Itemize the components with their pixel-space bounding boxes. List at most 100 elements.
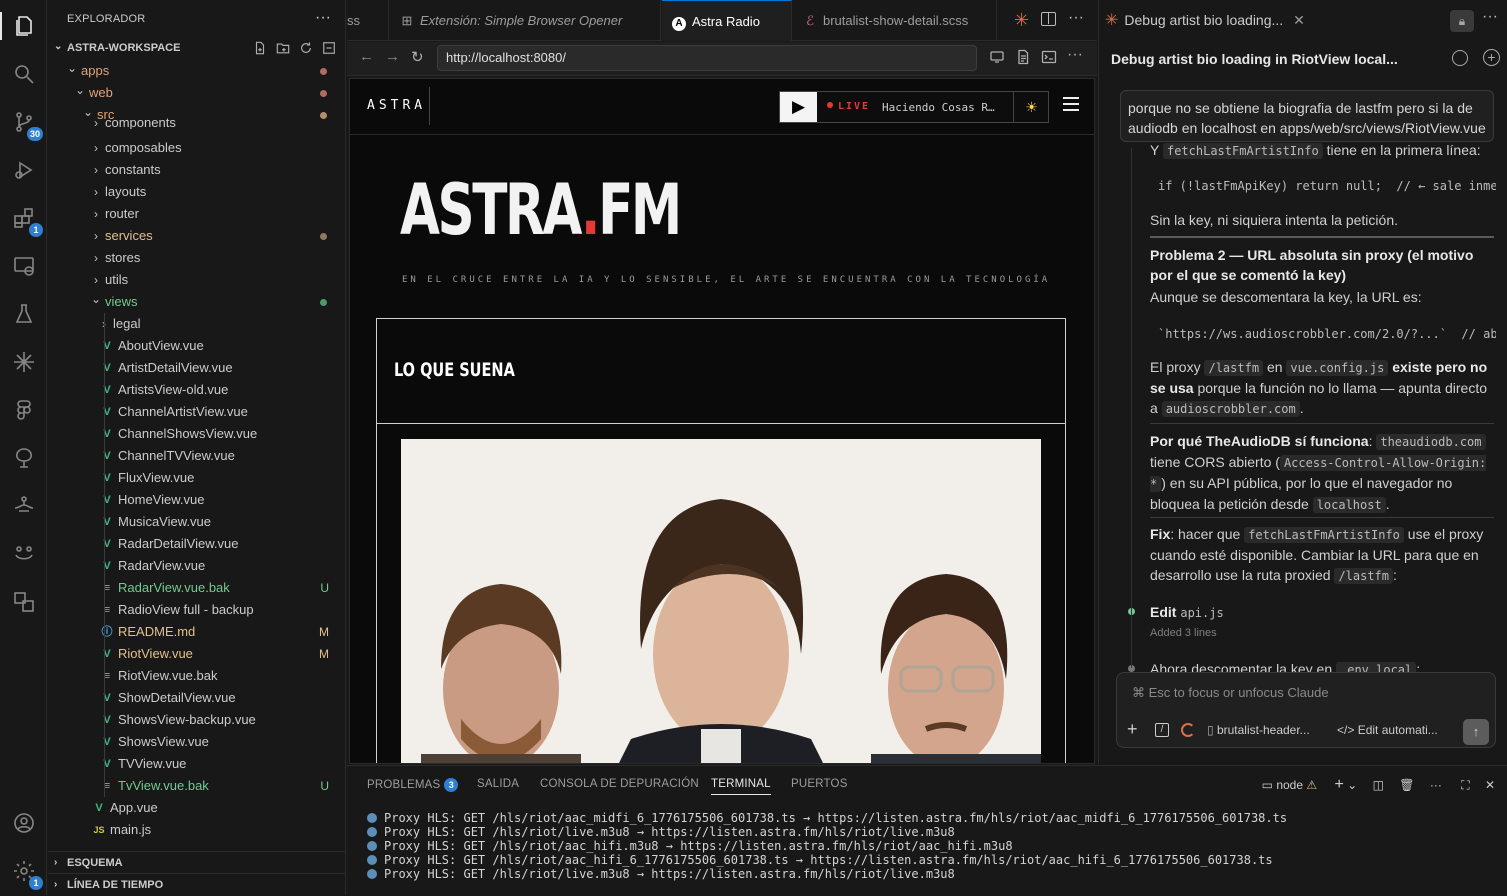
refresh-icon[interactable] — [299, 41, 314, 56]
new-file-icon[interactable] — [253, 41, 268, 56]
tree-file[interactable]: V RiotView.vue M — [48, 643, 345, 665]
collapse-all-icon[interactable] — [322, 41, 337, 56]
close-icon[interactable]: ✕ — [1293, 12, 1305, 28]
tree-folder[interactable]: › components — [48, 117, 345, 129]
slash-command-icon[interactable]: / — [1155, 723, 1169, 737]
source-control-icon[interactable]: 30 — [11, 109, 43, 141]
claude-chat-tab[interactable]: ✳ Debug artist bio loading... ✕ — [1105, 0, 1305, 41]
close-icon[interactable]: ✕ — [1485, 778, 1495, 792]
site-logo[interactable]: ASTRA — [367, 98, 426, 113]
new-folder-icon[interactable] — [276, 41, 291, 56]
tab-truncated[interactable]: ss — [347, 0, 389, 41]
workspace-header[interactable]: ⌄ ASTRA-WORKSPACE — [48, 39, 345, 59]
tree-folder[interactable]: › layouts — [48, 181, 345, 203]
more-actions-icon[interactable]: ··· — [1067, 46, 1083, 63]
tree-file[interactable]: V FluxView.vue — [48, 467, 345, 489]
url-input[interactable]: http://localhost:8080/ — [437, 45, 977, 71]
tree-file[interactable]: V ShowsView.vue — [48, 731, 345, 753]
split-editor-icon[interactable] — [1041, 12, 1056, 26]
more-actions-icon[interactable]: ··· — [1068, 9, 1084, 27]
preview-icon[interactable] — [989, 49, 1005, 65]
remote-explorer-icon[interactable] — [11, 253, 37, 279]
claude-input-box[interactable]: ⌘ Esc to focus or unfocus Claude + / ▯ b… — [1116, 672, 1496, 748]
more-actions-icon[interactable]: ··· — [1430, 778, 1442, 792]
tab-ports[interactable]: PUERTOS — [791, 778, 848, 790]
mode-chip[interactable]: </> Edit automati... — [1337, 723, 1438, 737]
tree-file[interactable]: V ChannelArtistView.vue — [48, 401, 345, 423]
new-chat-icon[interactable]: + — [1483, 49, 1500, 66]
smile-icon[interactable] — [11, 541, 37, 567]
tree-folder[interactable]: ›legal — [48, 313, 345, 335]
file-chip[interactable]: ▯ brutalist-header... — [1207, 723, 1310, 737]
files-icon[interactable] — [11, 13, 37, 39]
tree-file[interactable]: V ShowDetailView.vue — [48, 687, 345, 709]
tree-file[interactable]: ≡ RiotView.vue.bak — [48, 665, 345, 687]
claude-icon[interactable]: ✳ — [1014, 10, 1029, 31]
tree-file[interactable]: V App.vue — [48, 797, 345, 819]
tree-file[interactable]: V HomeView.vue — [48, 489, 345, 511]
send-button[interactable]: ↑ — [1463, 719, 1489, 745]
tree-folder[interactable]: › constants — [48, 159, 345, 181]
tab-extension[interactable]: ⊞ Extensión: Simple Browser Opener — [390, 0, 661, 41]
play-button[interactable]: ▶ — [780, 92, 817, 122]
tree-folder[interactable]: ⌄ views — [48, 291, 345, 313]
shell-name[interactable]: node — [1276, 778, 1303, 792]
tab-output[interactable]: SALIDA — [477, 778, 519, 790]
tree-folder[interactable]: ⌄ apps — [48, 60, 345, 82]
tab-debug-console[interactable]: CONSOLA DE DEPURACIÓN — [540, 778, 699, 790]
tree-folder[interactable]: › composables — [48, 137, 345, 159]
settings-gear-icon[interactable]: 1 — [11, 858, 43, 890]
hamburger-menu-icon[interactable] — [1063, 97, 1079, 111]
document-icon[interactable] — [1015, 49, 1031, 65]
tree-file[interactable]: ≡ RadioView full - backup — [48, 599, 345, 621]
tab-problems[interactable]: PROBLEMAS 3 — [367, 778, 459, 792]
back-icon[interactable]: ← — [359, 48, 374, 65]
testing-icon[interactable] — [11, 301, 37, 327]
tree-file[interactable]: ≡ RadarView.vue.bak U — [48, 577, 345, 599]
more-actions-icon[interactable]: ··· — [1482, 8, 1498, 26]
genie-icon[interactable] — [11, 493, 37, 519]
terminal-output[interactable]: Proxy HLS: GET /hls/riot/aac_midfi_6_177… — [367, 811, 1287, 881]
tree-file[interactable]: V ChannelTVView.vue — [48, 445, 345, 467]
tree-file[interactable]: V ChannelShowsView.vue — [48, 423, 345, 445]
trash-icon[interactable]: 🗑︎ — [1399, 778, 1414, 792]
figma-icon[interactable] — [11, 397, 37, 423]
tree-file[interactable]: V RadarView.vue — [48, 555, 345, 577]
lock-icon[interactable]: 🔒︎ — [1450, 10, 1474, 32]
tree-file[interactable]: ≡ TvView.vue.bak U — [48, 775, 345, 797]
copy-icon[interactable] — [11, 589, 37, 615]
tree-folder[interactable]: › stores — [48, 247, 345, 269]
extensions-icon[interactable]: 1 — [11, 205, 43, 237]
run-debug-icon[interactable] — [11, 157, 37, 183]
terminal-icon[interactable] — [1041, 49, 1057, 65]
tree-folder[interactable]: › services — [48, 225, 345, 247]
theme-toggle-sun-icon[interactable]: ☀ — [1013, 92, 1049, 122]
tab-astra-radio[interactable]: A Astra Radio — [662, 0, 792, 41]
add-attachment-icon[interactable]: + — [1127, 719, 1138, 740]
history-icon[interactable] — [1452, 50, 1468, 66]
maximize-icon[interactable]: ⛶ — [1461, 778, 1469, 792]
claude-icon[interactable] — [11, 349, 37, 375]
edit-tool-call[interactable]: Edit api.js — [1150, 602, 1496, 623]
forward-icon[interactable]: → — [385, 48, 400, 65]
tree-file[interactable]: V TVView.vue — [48, 753, 345, 775]
search-icon[interactable] — [11, 61, 37, 87]
tab-terminal[interactable]: TERMINAL — [711, 778, 771, 795]
timeline-section[interactable]: › LÍNEA DE TIEMPO — [48, 873, 345, 895]
account-icon[interactable] — [11, 810, 37, 836]
reload-icon[interactable]: ↻ — [411, 48, 424, 66]
tree-file[interactable]: V ShowsView-backup.vue — [48, 709, 345, 731]
tree-file[interactable]: V ArtistDetailView.vue — [48, 357, 345, 379]
tree-file[interactable]: JS main.js — [48, 819, 345, 841]
tree-icon[interactable] — [11, 445, 37, 471]
new-terminal-icon[interactable]: + — [1334, 776, 1343, 793]
tree-folder[interactable]: › router — [48, 203, 345, 225]
tree-file[interactable]: V AboutView.vue — [48, 335, 345, 357]
tree-file[interactable]: V MusicaView.vue — [48, 511, 345, 533]
tree-file[interactable]: V ArtistsView-old.vue — [48, 379, 345, 401]
chevron-down-icon[interactable]: ⌄ — [1347, 778, 1357, 792]
tab-scss-file[interactable]: ℰbrutalist-show-detail.scss — [793, 0, 997, 41]
split-terminal-icon[interactable]: ◫ — [1373, 778, 1384, 792]
tree-file[interactable]: ⓘ README.md M — [48, 621, 345, 643]
more-actions-icon[interactable]: ··· — [315, 9, 331, 27]
